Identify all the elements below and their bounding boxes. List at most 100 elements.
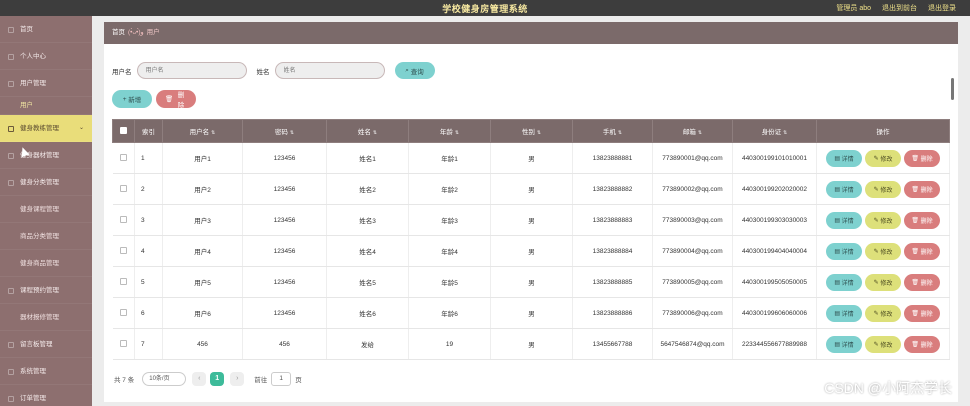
row-checkbox[interactable]: [119, 308, 127, 316]
sidebar-item-booking-mgmt[interactable]: 课程预约管理: [0, 277, 92, 304]
table-row: 7 456 456 发给 19 男 13455667788 5647546874…: [112, 328, 950, 360]
sidebar-subitem-goods-mgmt[interactable]: 健身商品管理: [0, 250, 92, 277]
sort-icon[interactable]: ⇅: [373, 130, 377, 136]
back-to-front-link[interactable]: 退出到前台: [882, 3, 917, 13]
page-size-select[interactable]: 10条/页: [142, 372, 187, 386]
cell-ops: ▤ 详情 ✎ 修改 🗑 删除: [816, 235, 950, 267]
header-username[interactable]: 用户名 ⇅: [162, 119, 243, 143]
detail-button[interactable]: ▤ 详情: [826, 211, 862, 229]
batch-delete-button[interactable]: 🗑 删除: [156, 90, 196, 109]
header-idcard[interactable]: 身份证 ⇅: [732, 119, 817, 143]
sort-icon[interactable]: ⇅: [537, 130, 541, 136]
watermark: CSDN @小阿杰学长: [824, 380, 952, 396]
sidebar-item-category-mgmt[interactable]: 健身分类管理: [0, 169, 92, 196]
detail-button[interactable]: ▤ 详情: [826, 242, 862, 260]
sidebar-item-label: 用户管理: [20, 80, 46, 87]
sidebar-item-message-mgmt[interactable]: 留言板管理: [0, 331, 92, 358]
cell-gender: 男: [490, 235, 573, 267]
sidebar-item-order-mgmt[interactable]: 订单管理: [0, 385, 92, 406]
row-checkbox[interactable]: [119, 153, 127, 161]
sidebar-item-home[interactable]: 首页: [0, 16, 92, 43]
sidebar-item-coach-mgmt[interactable]: 健身教练管理 ⌄: [0, 115, 92, 142]
row-select-cell[interactable]: [112, 297, 135, 329]
header-age[interactable]: 年龄 ⇅: [408, 119, 491, 143]
sidebar-subitem-course-mgmt[interactable]: 健身课程管理: [0, 196, 92, 223]
sort-icon[interactable]: ⇅: [618, 130, 622, 136]
delete-button[interactable]: 🗑 删除: [904, 149, 940, 167]
cell-idcard: 440300199303030003: [732, 204, 817, 236]
cell-age: 年龄3: [408, 204, 491, 236]
select-all-checkbox[interactable]: [120, 126, 127, 134]
next-page-button[interactable]: ›: [230, 372, 245, 386]
sidebar-subitem-goods-category[interactable]: 商品分类管理: [0, 223, 92, 250]
row-select-cell[interactable]: [112, 204, 135, 236]
edit-button[interactable]: ✎ 修改: [865, 149, 901, 167]
row-checkbox[interactable]: [119, 339, 127, 347]
add-button[interactable]: + 新增: [112, 90, 152, 108]
row-checkbox[interactable]: [119, 184, 127, 192]
edit-button[interactable]: ✎ 修改: [865, 211, 901, 229]
delete-button[interactable]: 🗑 删除: [904, 211, 940, 229]
row-checkbox[interactable]: [119, 277, 127, 285]
row-select-cell[interactable]: [112, 173, 135, 205]
sort-icon[interactable]: ⇅: [698, 130, 702, 136]
detail-button[interactable]: ▤ 详情: [826, 304, 862, 322]
row-select-cell[interactable]: [112, 328, 135, 360]
logout-link[interactable]: 退出登录: [928, 3, 956, 13]
table-row: 2 用户2 123456 姓名2 年龄2 男 13823888882 77389…: [112, 173, 950, 205]
header-gender[interactable]: 性别 ⇅: [490, 119, 573, 143]
name-search-input[interactable]: [274, 62, 385, 79]
page-1-button[interactable]: 1: [210, 372, 225, 386]
add-button-label: 新增: [128, 97, 142, 104]
delete-button[interactable]: 🗑 删除: [904, 180, 940, 198]
delete-button[interactable]: 🗑 删除: [904, 304, 940, 322]
breadcrumb-home[interactable]: 首页: [112, 29, 125, 36]
delete-button[interactable]: 🗑 删除: [904, 273, 940, 291]
query-button-label: 查询: [410, 68, 424, 76]
sidebar-item-equipment-mgmt[interactable]: 健身器材管理: [0, 142, 92, 169]
row-checkbox[interactable]: [119, 246, 127, 254]
query-button[interactable]: ⌕ 查询: [394, 62, 435, 79]
cell-age: 年龄1: [408, 142, 491, 174]
edit-button[interactable]: ✎ 修改: [865, 180, 901, 198]
cell-phone: 13823888882: [572, 173, 653, 205]
menu-icon: [8, 288, 14, 294]
sidebar-item-system-mgmt[interactable]: 系统管理: [0, 358, 92, 385]
detail-button[interactable]: ▤ 详情: [826, 149, 862, 167]
delete-button[interactable]: 🗑 删除: [904, 335, 940, 353]
detail-button[interactable]: ▤ 详情: [826, 180, 862, 198]
edit-button[interactable]: ✎ 修改: [865, 335, 901, 353]
sidebar-subitem-user[interactable]: 用户: [0, 97, 92, 115]
cell-index: 6: [134, 297, 163, 329]
sidebar-subitem-repair-mgmt[interactable]: 器材报修管理: [0, 304, 92, 331]
cell-phone: 13455667788: [572, 328, 653, 360]
sort-icon[interactable]: ⇅: [455, 130, 459, 136]
delete-button[interactable]: 🗑 删除: [904, 242, 940, 260]
row-select-cell[interactable]: [112, 235, 135, 267]
username-search-input[interactable]: [136, 62, 247, 79]
cell-username: 用户6: [162, 297, 243, 329]
select-all-header[interactable]: [112, 119, 135, 143]
edit-button[interactable]: ✎ 修改: [865, 242, 901, 260]
row-checkbox[interactable]: [119, 215, 127, 223]
detail-button[interactable]: ▤ 详情: [826, 273, 862, 291]
sort-icon[interactable]: ⇅: [783, 130, 787, 136]
sidebar: 首页 个人中心 用户管理 用户 健身教练管理 ⌄ 健身器材管理 健身分类管理 健身…: [0, 16, 92, 406]
header-password[interactable]: 密码 ⇅: [242, 119, 327, 143]
page-jump-input[interactable]: 1: [271, 372, 292, 386]
row-select-cell[interactable]: [112, 266, 135, 298]
header-phone[interactable]: 手机 ⇅: [572, 119, 653, 143]
header-name[interactable]: 姓名 ⇅: [326, 119, 409, 143]
prev-page-button[interactable]: ‹: [192, 372, 207, 386]
sort-icon[interactable]: ⇅: [290, 130, 294, 136]
sidebar-item-user-mgmt[interactable]: 用户管理: [0, 70, 92, 97]
header-email[interactable]: 邮箱 ⇅: [652, 119, 733, 143]
edit-button[interactable]: ✎ 修改: [865, 273, 901, 291]
sidebar-item-profile[interactable]: 个人中心: [0, 43, 92, 70]
scrollbar-thumb[interactable]: [951, 78, 954, 100]
sort-icon[interactable]: ⇅: [211, 130, 215, 136]
detail-button[interactable]: ▤ 详情: [826, 335, 862, 353]
edit-button[interactable]: ✎ 修改: [865, 304, 901, 322]
cell-phone: 13823888883: [572, 204, 653, 236]
row-select-cell[interactable]: [112, 142, 135, 174]
